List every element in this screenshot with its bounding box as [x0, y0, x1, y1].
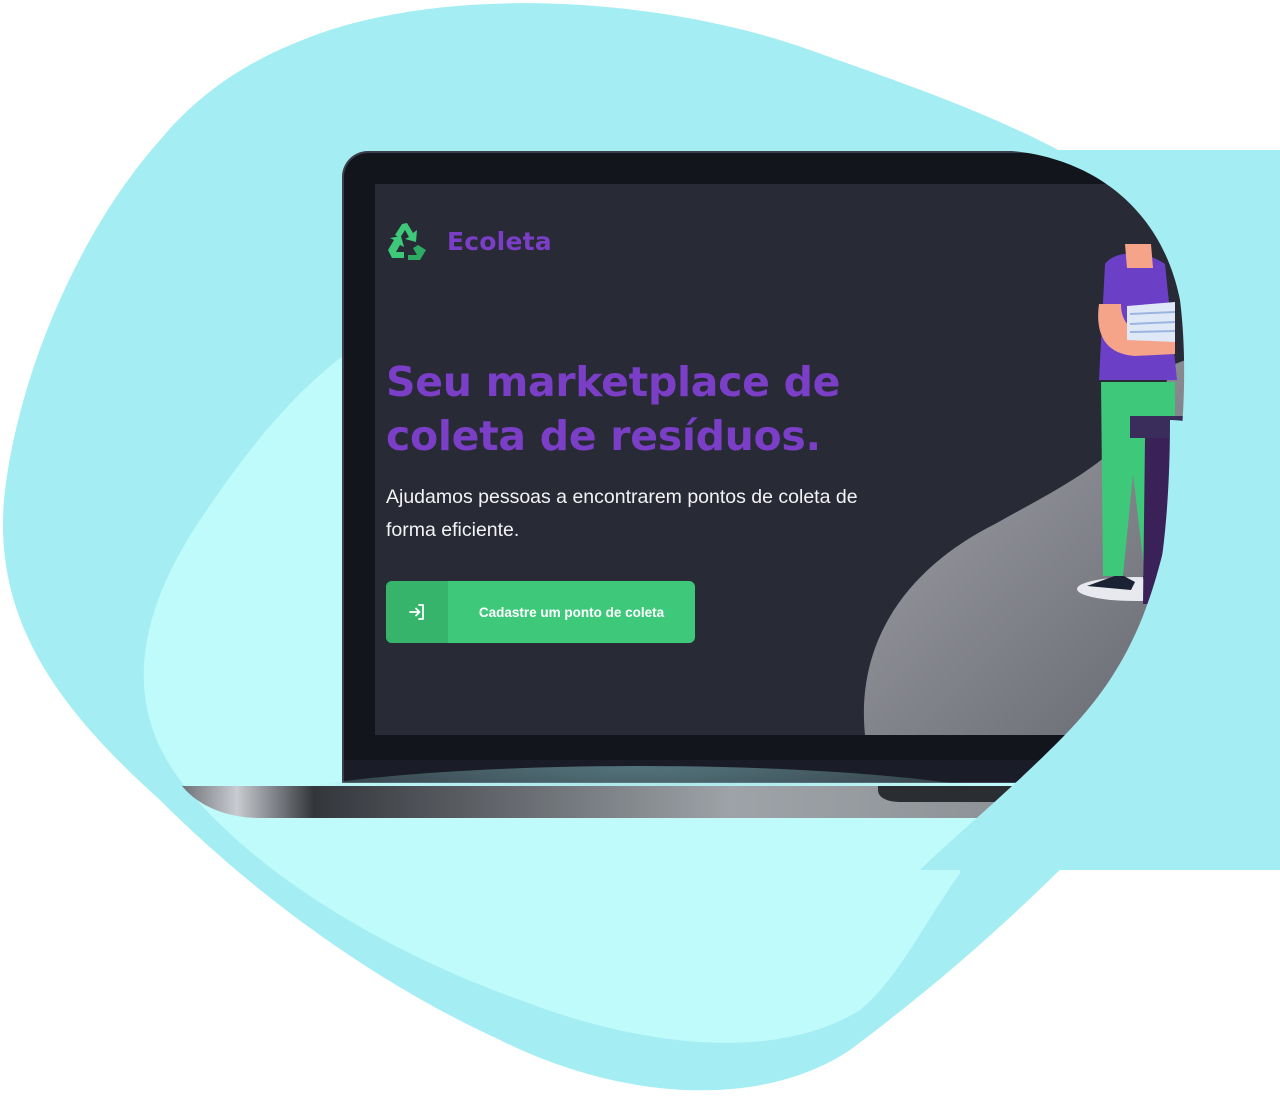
mockup-stage: Ecoleta Seu marketplace de coleta de res… [0, 0, 1280, 1100]
laptop-base [182, 766, 1280, 870]
